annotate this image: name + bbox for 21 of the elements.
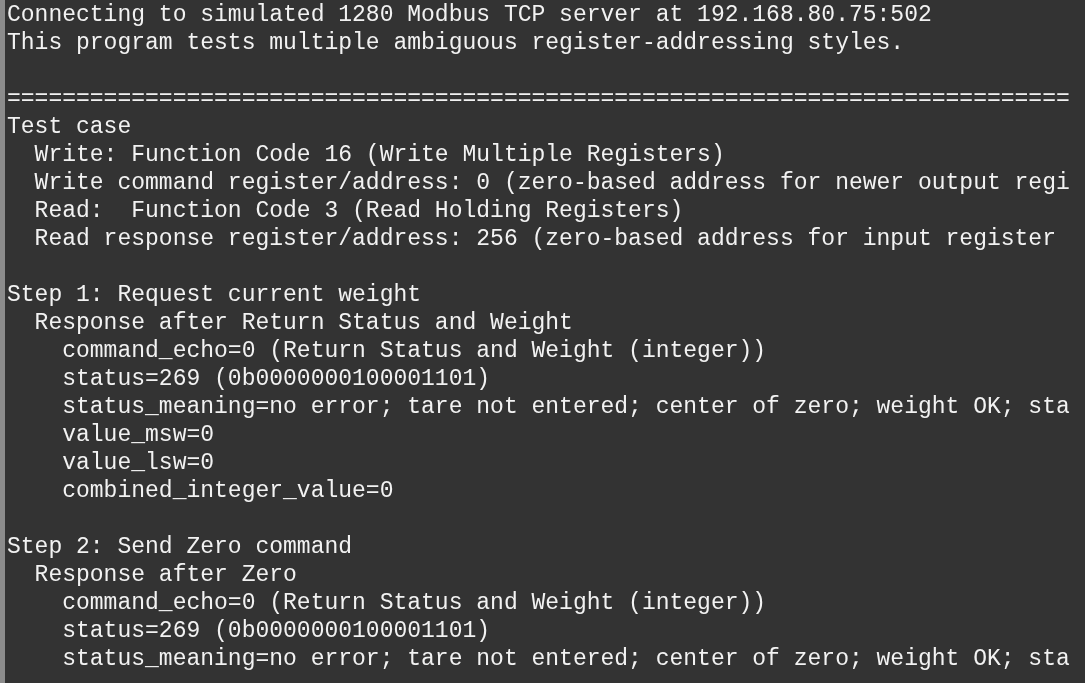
output-line: combined_integer_value=0 xyxy=(61,477,394,505)
output-line: status=269 (0b0000000100001101) xyxy=(61,617,491,645)
output-line: status=269 (0b0000000100001101) xyxy=(61,365,491,393)
output-line: Write: Function Code 16 (Write Multiple Registers) xyxy=(33,141,725,169)
output-line: command_echo=0 (Return Status and Weight (integer)) xyxy=(61,337,767,365)
output-line: value_msw=0 xyxy=(61,421,215,449)
output-line: Test case xyxy=(7,113,132,141)
output-line: ============================================================================= xyxy=(7,85,1070,113)
output-line: Connecting to simulated 1280 Modbus TCP server at 192.168.80.75:502 xyxy=(7,1,932,29)
output-line: Step 2: Send Zero command xyxy=(7,533,353,561)
output-line: command_echo=0 (Return Status and Weight (integer)) xyxy=(61,589,767,617)
output-line: Write command register/address: 0 (zero-based address for newer output regi xyxy=(33,169,1070,197)
output-line: status_meaning=no error; tare not entered; center of zero; weight OK; sta xyxy=(61,645,1070,673)
output-line: Response after Return Status and Weight xyxy=(33,309,573,337)
output-line: Read response register/address: 256 (zero-based address for input register xyxy=(33,225,1056,253)
output-line: status_meaning=no error; tare not entered; center of zero; weight OK; sta xyxy=(61,393,1070,421)
output-line: value_lsw=0 xyxy=(61,449,215,477)
output-line: Read: Function Code 3 (Read Holding Registers) xyxy=(33,197,684,225)
output-line: Step 1: Request current weight xyxy=(7,281,422,309)
output-line: Response after Zero xyxy=(33,561,297,589)
output-line: This program tests multiple ambiguous register-addressing styles. xyxy=(7,29,905,57)
